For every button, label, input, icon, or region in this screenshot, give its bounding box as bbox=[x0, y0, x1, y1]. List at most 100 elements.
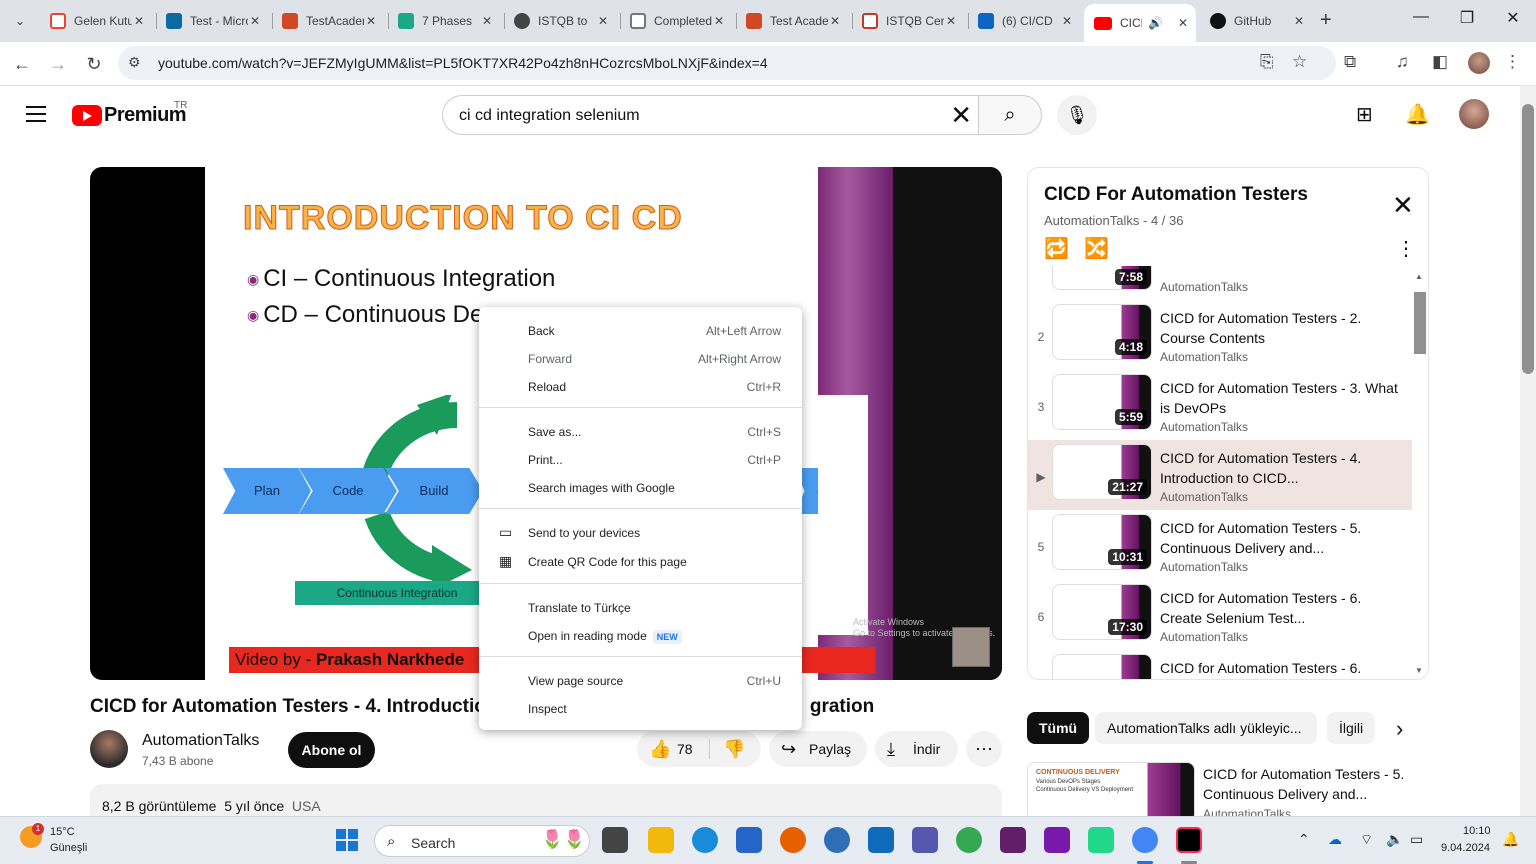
speaker-icon[interactable]: 🔊 bbox=[1148, 16, 1163, 30]
close-icon[interactable]: ✕ bbox=[250, 14, 260, 28]
shuffle-icon[interactable]: 🔀 bbox=[1084, 236, 1109, 261]
tab-linkedin[interactable]: (6) CI/CD ✕ bbox=[968, 8, 1080, 34]
notification-center-icon[interactable]: 🔔 bbox=[1502, 831, 1519, 848]
video-thumbnail[interactable]: 4:18 bbox=[1052, 304, 1152, 360]
edge-icon[interactable] bbox=[692, 827, 718, 853]
windows-start-icon[interactable] bbox=[336, 829, 358, 851]
weather-temperature[interactable]: 15°C bbox=[50, 826, 75, 838]
chevron-right-icon[interactable]: › bbox=[1396, 716, 1403, 742]
taskbar-search[interactable]: ⌕ Search 🌷🌷 bbox=[374, 825, 590, 857]
weather-condition[interactable]: Güneşli bbox=[50, 842, 87, 854]
teams-icon[interactable] bbox=[912, 827, 938, 853]
ctx-print[interactable]: Print... Ctrl+P bbox=[479, 445, 802, 473]
search-input[interactable]: ci cd integration selenium ✕ bbox=[442, 95, 978, 135]
account-avatar[interactable] bbox=[1459, 99, 1489, 129]
close-icon[interactable]: ✕ bbox=[134, 14, 144, 28]
youtube-logo-icon[interactable] bbox=[72, 105, 102, 126]
outlook-icon[interactable] bbox=[868, 827, 894, 853]
side-panel-icon[interactable]: ◧ bbox=[1432, 52, 1448, 72]
more-actions-icon[interactable]: ⋯ bbox=[966, 731, 1002, 767]
tab-test-academy[interactable]: Test Academy ✕ bbox=[736, 8, 848, 34]
tab-cicd-active[interactable]: CICD 🔊 ✕ bbox=[1084, 4, 1196, 42]
close-icon[interactable]: ✕ bbox=[482, 14, 492, 28]
battery-icon[interactable]: ▭ bbox=[1410, 831, 1423, 848]
clock-date[interactable]: 9.04.2024 bbox=[1441, 842, 1490, 854]
search-query[interactable]: ci cd integration selenium bbox=[459, 107, 640, 125]
playlist-item[interactable]: 5 10:31 CICD for Automation Testers - 5.… bbox=[1028, 510, 1412, 580]
ctx-reload[interactable]: Reload Ctrl+R bbox=[479, 372, 802, 400]
like-count[interactable]: 78 bbox=[677, 741, 693, 757]
intellij-icon[interactable] bbox=[1176, 827, 1202, 853]
restore-icon[interactable]: ❐ bbox=[1444, 8, 1490, 28]
close-icon[interactable]: ✕ bbox=[946, 14, 956, 28]
close-icon[interactable]: ✕ bbox=[1294, 14, 1304, 28]
video-thumbnail[interactable]: 5:59 bbox=[1052, 374, 1152, 430]
tab-istqb-certified[interactable]: ISTQB Certified ✕ bbox=[852, 8, 964, 34]
ctx-forward[interactable]: Forward Alt+Right Arrow bbox=[479, 344, 802, 372]
new-tab-plus-icon[interactable]: + bbox=[1320, 9, 1332, 32]
playlist-item-title[interactable]: CICD for Automation Testers - 3. What is… bbox=[1160, 378, 1400, 418]
volume-icon[interactable]: 🔈 bbox=[1386, 831, 1403, 848]
ctx-reading-mode[interactable]: Open in reading mode NEW bbox=[479, 621, 802, 649]
address-bar[interactable]: ⚙ youtube.com/watch?v=JEFZMyIgUMM&list=P… bbox=[118, 46, 1336, 80]
notifications-bell-icon[interactable]: 🔔 bbox=[1405, 102, 1430, 127]
share-button[interactable]: ↪ Paylaş bbox=[769, 731, 867, 767]
onenote-icon[interactable] bbox=[1044, 827, 1070, 853]
tab-test-microsoft[interactable]: Test - Microsoft ✕ bbox=[156, 8, 268, 34]
scrollbar-thumb[interactable] bbox=[1522, 104, 1534, 374]
tab-7-phases[interactable]: 7 Phases ✕ bbox=[388, 8, 500, 34]
playlist-channel[interactable]: AutomationTalks bbox=[1044, 213, 1139, 228]
recommended-video[interactable]: CONTINUOUS DELIVERY Various DevOPs Stage… bbox=[1027, 762, 1427, 822]
chip-related[interactable]: İlgili bbox=[1327, 712, 1376, 744]
tab-istqb[interactable]: ISTQB to ✕ bbox=[504, 8, 616, 34]
microsoft-store-icon[interactable] bbox=[736, 827, 762, 853]
like-thumb-icon[interactable]: 👍 bbox=[649, 739, 671, 760]
clear-search-icon[interactable]: ✕ bbox=[950, 100, 972, 131]
scroll-down-arrow-icon[interactable]: ▼ bbox=[1415, 666, 1423, 675]
ctx-send-to-devices[interactable]: ▭ Send to your devices bbox=[479, 518, 802, 546]
download-button[interactable]: ⤓ İndir bbox=[875, 731, 958, 767]
ctx-search-images[interactable]: Search images with Google bbox=[479, 473, 802, 501]
voice-search-button[interactable]: 🎙 bbox=[1057, 95, 1097, 135]
create-video-icon[interactable]: ⊞ bbox=[1356, 102, 1373, 127]
guide-menu-icon[interactable] bbox=[26, 106, 46, 127]
extensions-puzzle-icon[interactable]: ⧉ bbox=[1344, 52, 1356, 72]
browser-profile-avatar[interactable] bbox=[1468, 52, 1490, 74]
remote-desktop-icon[interactable] bbox=[824, 827, 850, 853]
recommended-title[interactable]: CICD for Automation Testers - 5. Continu… bbox=[1203, 764, 1425, 804]
window-close-icon[interactable]: ✕ bbox=[1490, 8, 1536, 28]
scroll-up-arrow-icon[interactable]: ▲ bbox=[1415, 272, 1423, 281]
close-icon[interactable]: ✕ bbox=[366, 14, 376, 28]
search-button[interactable]: ⌕ bbox=[978, 95, 1042, 135]
pycharm-icon[interactable] bbox=[1088, 827, 1114, 853]
ctx-inspect[interactable]: Inspect bbox=[479, 694, 802, 722]
page-scrollbar[interactable] bbox=[1520, 86, 1536, 816]
channel-avatar[interactable] bbox=[90, 730, 128, 768]
video-thumbnail[interactable]: 21:27 bbox=[1052, 444, 1152, 500]
playlist-more-icon[interactable]: ⋮ bbox=[1396, 236, 1416, 261]
ctx-qr-code[interactable]: ▦ Create QR Code for this page bbox=[479, 547, 802, 575]
playlist-item-title[interactable]: CICD for Automation Testers - 4. Introdu… bbox=[1160, 448, 1400, 488]
close-icon[interactable]: ✕ bbox=[714, 14, 724, 28]
chip-all[interactable]: Tümü bbox=[1027, 712, 1090, 744]
playlist-item[interactable]: 3 5:59 CICD for Automation Testers - 3. … bbox=[1028, 370, 1412, 440]
tray-overflow-chevron-icon[interactable]: ⌃ bbox=[1298, 831, 1310, 848]
close-icon[interactable]: ✕ bbox=[1178, 16, 1188, 30]
firefox-icon[interactable] bbox=[780, 827, 806, 853]
playlist-item-title[interactable]: CICD for Automation Testers - 5. Continu… bbox=[1160, 518, 1400, 558]
video-thumbnail[interactable] bbox=[1052, 654, 1152, 679]
close-playlist-icon[interactable]: ✕ bbox=[1392, 190, 1414, 221]
playlist-item-current[interactable]: ▶ 21:27 CICD for Automation Testers - 4.… bbox=[1028, 440, 1412, 510]
close-icon[interactable]: ✕ bbox=[1062, 14, 1072, 28]
clock-time[interactable]: 10:10 bbox=[1463, 825, 1491, 837]
recommended-thumbnail[interactable]: CONTINUOUS DELIVERY Various DevOPs Stage… bbox=[1027, 762, 1195, 822]
wifi-icon[interactable]: ⌔ bbox=[1360, 831, 1373, 849]
playlist-item[interactable]: 7 CICD for Automation Testers - 6. Creat… bbox=[1028, 650, 1412, 679]
install-app-icon[interactable]: ⎘ bbox=[1260, 52, 1274, 72]
playlist-scrollbar[interactable]: ▲ ▼ bbox=[1412, 266, 1428, 679]
playlist-item[interactable]: 2 4:18 CICD for Automation Testers - 2. … bbox=[1028, 300, 1412, 370]
dislike-thumb-icon[interactable]: 👎 bbox=[723, 739, 745, 760]
chip-from-uploader[interactable]: AutomationTalks adlı yükleyic... bbox=[1095, 712, 1317, 744]
video-thumbnail[interactable]: 10:31 bbox=[1052, 514, 1152, 570]
subscribe-button[interactable]: Abone ol bbox=[288, 732, 375, 768]
